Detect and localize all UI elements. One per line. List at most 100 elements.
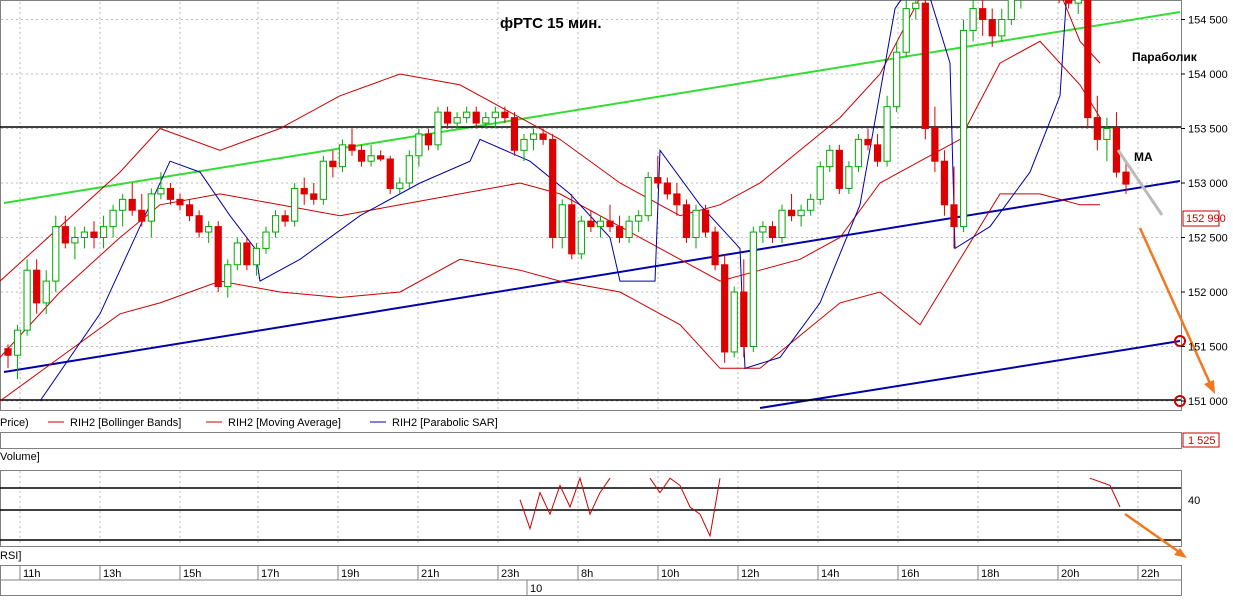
candle-body [730,291,738,353]
candle-body [921,2,929,129]
time-tick-label: 14h [821,568,839,580]
candle-body [615,226,624,239]
rsi-tick-40: 40 [1188,495,1200,507]
candle-body [13,329,22,356]
candle-body [1103,128,1111,140]
candle-body [711,231,719,266]
legend: Price) RIH2 [Bollinger Bands] RIH2 [Movi… [0,417,498,429]
candle-body [759,226,767,233]
volume-panel [0,432,1182,449]
candle-body [692,209,700,238]
candle-body [778,209,786,238]
price-tick-label: 152 500 [1188,233,1228,245]
candle-body [998,19,1006,37]
candle-body [549,138,557,238]
candle-body [826,149,834,168]
candle-body [568,204,576,255]
candle-body [1065,0,1073,4]
candle-body [864,138,872,146]
candle-body [883,106,891,162]
candle-body [338,144,347,168]
main-panel [0,0,1182,411]
candle-body [587,220,595,228]
candle-body [529,133,538,140]
time-labels: 11h 13h 15h 17h 19h 21h 23h 8h 10h 12h 14h 16h 18h 20… [19,566,1159,580]
candle-body [663,182,671,195]
candle-body [415,133,423,157]
candle-body [310,193,318,200]
candle-body [434,111,442,146]
price-tick-label: 152 000 [1188,287,1228,299]
time-tick-label: 18h [981,568,999,580]
candle-body [654,177,662,184]
candle-body [1074,0,1082,4]
candle-body [625,220,633,238]
legend-bollinger: RIH2 [Bollinger Bands] [70,417,181,429]
candle-body [558,204,566,239]
legend-moving-average: RIH2 [Moving Average] [228,417,341,429]
candle-body [635,215,643,222]
candle-body [1007,0,1015,20]
candle-body [931,128,939,162]
ma-annotation: MA [1134,150,1153,164]
candle-body [377,155,385,160]
time-tick-label: 15h [183,568,201,580]
candle-body [472,111,480,124]
candle-body [224,264,232,288]
candle-body [214,226,222,288]
time-tick-label: 22h [1141,568,1159,580]
date-label: 10 [530,583,542,595]
time-tick-label: 11h [23,568,41,580]
time-tick-label: 13h [103,568,121,580]
candle-body [329,160,337,168]
candle-body [367,155,375,162]
candle-body [195,215,203,233]
candle-body [749,231,757,347]
time-tick-label: 8h [581,568,593,580]
candle-body [893,51,901,108]
candle-body [768,226,777,239]
candle-body [176,198,184,206]
candle-body [166,187,175,200]
candle-body [443,111,452,124]
candle-body [940,160,949,206]
time-tick-label: 16h [901,568,919,580]
candle-body [482,117,490,124]
candle-body [453,117,461,124]
candle-body [386,158,394,189]
candle-body [835,149,843,189]
legend-parabolic-sar: RIH2 [Parabolic SAR] [392,417,498,429]
candle-body [1084,0,1092,119]
rsi-panel [0,470,1182,547]
forecast-arrowhead [1204,380,1215,394]
candle-body [873,144,882,162]
candle-body [271,215,280,233]
price-tick-label: 153 000 [1188,178,1228,190]
volume-value-label: 1 525 [1188,435,1216,447]
candle-body [185,204,194,217]
candle-body [902,8,910,53]
candle-body [1093,117,1101,140]
candle-body [52,226,60,282]
candle-body [797,209,805,217]
candle-body [252,247,261,266]
candle-body [291,187,299,222]
candle-body [740,291,748,347]
candle-body [119,198,127,211]
candle-body [807,198,815,211]
candle-body [205,226,213,233]
candle-body [71,237,79,244]
candle-body [912,2,920,10]
candle-body [1122,171,1130,185]
candle-body [959,29,968,228]
candle-body [109,209,117,228]
last-price-label: 152 990 [1186,213,1226,225]
time-tick-label: 20h [1061,568,1079,580]
candle-body [80,231,89,239]
price-tick-label: 154 500 [1188,15,1228,27]
time-tick-label: 12h [741,568,759,580]
candle-body [233,242,241,266]
legend-price: Price) [0,417,29,429]
candle-body [816,166,824,200]
price-tick-label: 154 000 [1188,69,1228,81]
